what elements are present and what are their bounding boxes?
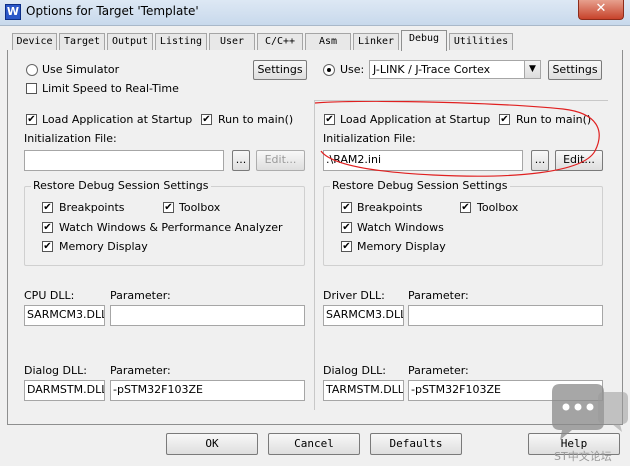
tab-target[interactable]: Target [59, 33, 105, 51]
left-browse-button[interactable]: ... [232, 150, 250, 171]
use-simulator-radio[interactable] [26, 64, 38, 76]
check-icon: ✔ [461, 202, 470, 213]
cancel-button[interactable]: Cancel [268, 433, 360, 455]
right-memory-label: Memory Display [357, 240, 446, 253]
driver-dll-input[interactable]: SARMCM3.DLL [323, 305, 404, 326]
left-edit-button[interactable]: Edit... [256, 150, 305, 171]
left-toolbox-checkbox[interactable]: ✔ [163, 202, 174, 213]
left-run-to-main-label: Run to main() [218, 113, 294, 126]
tab-utilities[interactable]: Utilities [449, 33, 513, 51]
driver-param-input[interactable] [408, 305, 603, 326]
cpu-param-label: Parameter: [110, 289, 171, 302]
use-driver-radio[interactable] [323, 64, 335, 76]
tab-cpp[interactable]: C/C++ [257, 33, 303, 51]
close-button[interactable]: ✕ [578, 0, 624, 20]
left-run-to-main-checkbox[interactable]: ✔ [201, 114, 212, 125]
driver-select-value: J-LINK / J-Trace Cortex [373, 63, 491, 76]
right-breakpoints-checkbox[interactable]: ✔ [341, 202, 352, 213]
right-breakpoints-label: Breakpoints [357, 201, 423, 214]
left-toolbox-label: Toolbox [179, 201, 221, 214]
close-icon: ✕ [595, 1, 607, 16]
window-title: Options for Target 'Template' [26, 4, 199, 18]
right-memory-checkbox[interactable]: ✔ [341, 241, 352, 252]
left-dialog-param-label: Parameter: [110, 364, 171, 377]
check-icon: ✔ [342, 241, 351, 252]
limit-speed-checkbox[interactable] [26, 83, 37, 94]
left-watch-label: Watch Windows & Performance Analyzer [59, 221, 283, 234]
tab-linker[interactable]: Linker [353, 33, 399, 51]
check-icon: ✔ [202, 114, 211, 125]
chevron-down-icon: ▼ [524, 61, 540, 78]
right-toolbox-label: Toolbox [477, 201, 519, 214]
tab-asm[interactable]: Asm [305, 33, 351, 51]
left-watch-checkbox[interactable]: ✔ [42, 222, 53, 233]
left-init-file-label: Initialization File: [24, 132, 117, 145]
tab-user[interactable]: User [209, 33, 255, 51]
left-dialog-dll-label: Dialog DLL: [24, 364, 87, 377]
driver-settings-button[interactable]: Settings [548, 60, 602, 80]
left-breakpoints-label: Breakpoints [59, 201, 125, 214]
defaults-button[interactable]: Defaults [370, 433, 462, 455]
left-restore-title: Restore Debug Session Settings [31, 179, 211, 192]
check-icon: ✔ [43, 202, 52, 213]
left-load-app-label: Load Application at Startup [42, 113, 193, 126]
simulator-settings-button[interactable]: Settings [253, 60, 307, 80]
right-restore-title: Restore Debug Session Settings [330, 179, 510, 192]
svg-text:ST中文论坛: ST中文论坛 [554, 449, 612, 463]
left-dialog-param-input[interactable]: -pSTM32F103ZE [110, 380, 305, 401]
right-toolbox-checkbox[interactable]: ✔ [460, 202, 471, 213]
driver-select[interactable]: J-LINK / J-Trace Cortex ▼ [369, 60, 541, 79]
watermark-logo: ST中文论坛 [552, 384, 628, 463]
right-dialog-dll-label: Dialog DLL: [323, 364, 386, 377]
tab-debug[interactable]: Debug [401, 30, 447, 51]
use-simulator-label: Use Simulator [42, 63, 120, 76]
limit-speed-label: Limit Speed to Real-Time [42, 82, 179, 95]
right-watch-label: Watch Windows [357, 221, 444, 234]
right-dialog-param-label: Parameter: [408, 364, 469, 377]
driver-param-label: Parameter: [408, 289, 469, 302]
check-icon: ✔ [342, 222, 351, 233]
right-dialog-dll-input[interactable]: TARMSTM.DLL [323, 380, 404, 401]
tab-output[interactable]: Output [107, 33, 153, 51]
ok-button[interactable]: OK [166, 433, 258, 455]
annotation-ellipse [314, 101, 600, 177]
tab-device[interactable]: Device [12, 33, 57, 51]
check-icon: ✔ [342, 202, 351, 213]
right-watch-checkbox[interactable]: ✔ [341, 222, 352, 233]
check-icon: ✔ [43, 241, 52, 252]
driver-dll-label: Driver DLL: [323, 289, 385, 302]
left-memory-checkbox[interactable]: ✔ [42, 241, 53, 252]
left-load-app-checkbox[interactable]: ✔ [26, 114, 37, 125]
tab-listing[interactable]: Listing [155, 33, 207, 51]
check-icon: ✔ [27, 114, 36, 125]
app-icon: W [5, 4, 21, 20]
use-driver-label: Use: [340, 63, 365, 76]
check-icon: ✔ [43, 222, 52, 233]
left-memory-label: Memory Display [59, 240, 148, 253]
cpu-dll-label: CPU DLL: [24, 289, 75, 302]
check-icon: ✔ [164, 202, 173, 213]
left-init-file-input[interactable] [24, 150, 224, 171]
left-dialog-dll-input[interactable]: DARMSTM.DLL [24, 380, 105, 401]
left-breakpoints-checkbox[interactable]: ✔ [42, 202, 53, 213]
cpu-param-input[interactable] [110, 305, 305, 326]
cpu-dll-input[interactable]: SARMCM3.DLL [24, 305, 105, 326]
